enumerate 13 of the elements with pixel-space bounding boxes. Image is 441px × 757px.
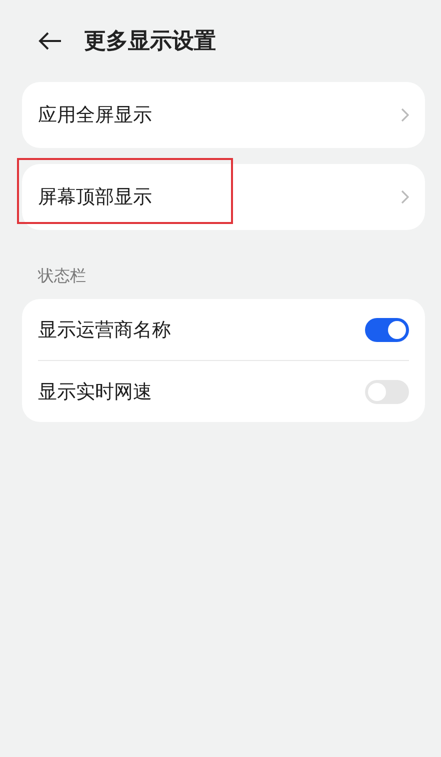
item-label: 应用全屏显示 bbox=[38, 103, 152, 128]
page-title: 更多显示设置 bbox=[84, 28, 216, 56]
settings-item[interactable]: 屏幕顶部显示 bbox=[22, 164, 425, 230]
chevron-icon bbox=[401, 190, 409, 204]
row-label: 显示运营商名称 bbox=[38, 318, 171, 342]
settings-item[interactable]: 应用全屏显示 bbox=[22, 82, 425, 148]
item-label: 屏幕顶部显示 bbox=[38, 185, 152, 210]
row-label: 显示实时网速 bbox=[38, 380, 152, 404]
chevron-icon bbox=[401, 108, 409, 122]
toggle-switch[interactable] bbox=[365, 380, 409, 404]
back-icon[interactable] bbox=[38, 31, 62, 51]
toggle-switch[interactable] bbox=[365, 318, 409, 342]
section-title: 状态栏 bbox=[38, 266, 87, 287]
